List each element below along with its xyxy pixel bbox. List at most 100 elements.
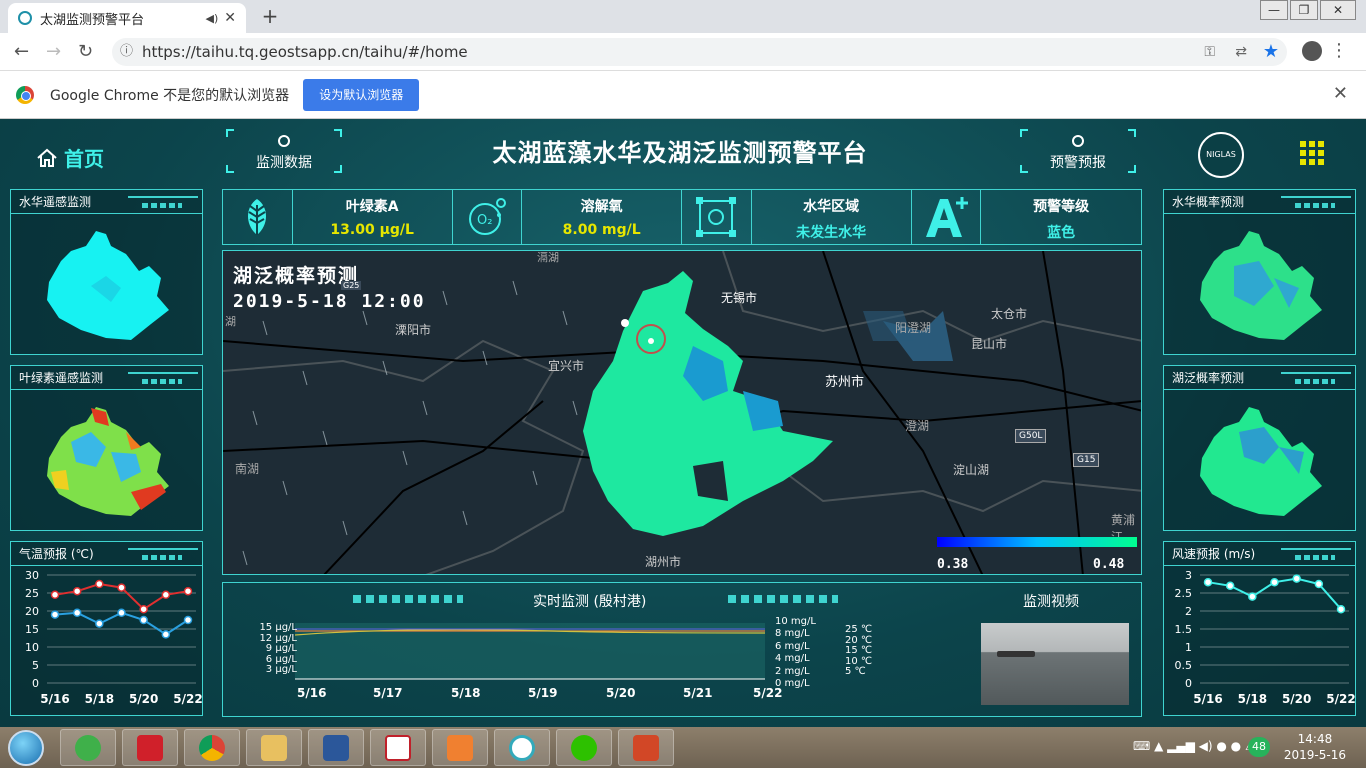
chrome-logo-icon — [16, 85, 34, 104]
panel-title: 叶绿素遥感监测 — [19, 371, 104, 385]
legend-min: 0.38 — [937, 557, 969, 572]
browser-tab-strip: 太湖监测预警平台 ◀) ✕ + — ❐ ✕ — [0, 0, 1366, 33]
panel-title: 气温预报 (℃) — [19, 547, 94, 561]
key-icon[interactable]: ⚿ — [1204, 38, 1215, 66]
temp-point — [117, 608, 126, 618]
wind-ytick: 1.5 — [1175, 623, 1193, 636]
close-tab-icon[interactable]: ✕ — [224, 10, 236, 26]
temp-ytick: 0 — [32, 677, 39, 690]
wind-xtick: 5/18 — [1238, 692, 1267, 706]
panel-bloom-remote-sensing: 水华遥感监测 — [10, 189, 203, 355]
temp-point — [161, 590, 171, 600]
maximize-button[interactable]: ❐ — [1290, 0, 1318, 20]
indicator-label: 溶解氧 — [580, 199, 623, 215]
leaf-icon — [223, 190, 293, 244]
axis-tick: 4 mg/L — [775, 653, 810, 665]
temp-point — [139, 615, 148, 625]
audio-icon[interactable]: ◀) — [206, 12, 219, 25]
system-clock[interactable]: 14:48 2019-5-16 — [1284, 731, 1346, 763]
back-icon[interactable]: ← — [14, 41, 29, 62]
temp-xtick: 5/20 — [129, 692, 158, 706]
axis-tick: 5 ℃ — [845, 666, 866, 677]
bookmark-star-icon[interactable]: ★ — [1263, 38, 1279, 66]
nav-forecast[interactable]: 预警预报 — [1020, 129, 1136, 173]
wind-point — [1248, 592, 1257, 601]
indicator-value: 13.00 μg/L — [330, 222, 414, 238]
bloom-probability-map — [1200, 231, 1322, 340]
title-deco-left — [353, 595, 463, 603]
indicator-value: 蓝色 — [1047, 225, 1076, 241]
temp-xtick: 5/18 — [85, 692, 114, 706]
browser-tab[interactable]: 太湖监测预警平台 ◀) ✕ — [8, 3, 246, 33]
wind-ytick: 0 — [1185, 677, 1192, 690]
chlorophyll-lake-map — [47, 407, 169, 516]
new-tab-button[interactable]: + — [256, 5, 284, 29]
indicator-label: 水华区域 — [803, 199, 860, 215]
indicator-label: 预警等级 — [1033, 199, 1090, 215]
boat-shape — [997, 651, 1035, 657]
taskbar-wechat-icon[interactable] — [556, 729, 612, 766]
niglas-logo: NIGLAS — [1198, 132, 1244, 178]
taskbar-app-icon[interactable] — [432, 729, 488, 766]
panel-wind-forecast: 风速预报 (m/s) 0 0.5 1 1.5 2 2.5 3 5/16 5/18 5/20 5/22 — [1163, 541, 1356, 716]
tray-badge[interactable]: 48 — [1248, 737, 1270, 757]
taskbar-app-icon[interactable] — [494, 729, 550, 766]
nav-monitoring-data[interactable]: 监测数据 — [226, 129, 342, 173]
wind-ytick: 0.5 — [1175, 659, 1193, 672]
taskbar-powerpoint-icon[interactable] — [618, 729, 674, 766]
chrome-menu-icon[interactable]: ⋮ — [1330, 40, 1348, 61]
nav-monitoring-label: 监测数据 — [256, 155, 312, 171]
realtime-title: 实时监测 (殷村港) — [533, 594, 647, 610]
oxygen-icon: O₂ — [453, 190, 523, 244]
taskbar-pdf-icon[interactable] — [370, 729, 426, 766]
default-browser-infobar: Google Chrome 不是您的默认浏览器 设为默认浏览器 ✕ — [0, 71, 1366, 119]
map-place: 阳澄湖 — [895, 321, 932, 335]
date-label: 5/16 — [297, 686, 326, 700]
home-label: 首页 — [64, 147, 104, 171]
site-info-icon[interactable]: ⓘ — [120, 38, 133, 66]
axis-tick: 25 ℃ — [845, 624, 873, 635]
taskbar-explorer-icon[interactable] — [246, 729, 302, 766]
infobar-close-icon[interactable]: ✕ — [1333, 83, 1348, 104]
reload-icon[interactable]: ↻ — [78, 41, 93, 62]
translate-icon[interactable]: ⇄ — [1235, 38, 1247, 66]
date-label: 5/21 — [683, 686, 712, 700]
axis-tick: 8 mg/L — [775, 628, 810, 640]
map-place: 无锡市 — [721, 291, 758, 305]
probability-legend-bar — [937, 537, 1137, 547]
taskbar-chrome-icon[interactable] — [184, 729, 240, 766]
minimize-button[interactable]: — — [1260, 0, 1288, 20]
account-icon[interactable] — [1302, 41, 1322, 61]
forward-icon[interactable]: → — [46, 41, 61, 62]
map-place: 溧阳市 — [395, 323, 432, 337]
wind-xtick: 5/16 — [1193, 692, 1222, 706]
home-link[interactable]: 首页 — [36, 143, 104, 172]
map-place: 淀山湖 — [953, 463, 990, 477]
hypoxia-probability-map-view[interactable]: 湖泛概率预测 2019-5-18 12:00 无锡市 溧阳市 宜兴市 苏州市 阳… — [222, 250, 1142, 575]
axis-tick: 15 μg/L — [259, 622, 297, 633]
panel-bloom-probability: 水华概率预测 — [1163, 189, 1356, 355]
taskbar-app-icon[interactable] — [60, 729, 116, 766]
wind-xtick: 5/20 — [1282, 692, 1311, 706]
panel-title: 水华遥感监测 — [19, 195, 92, 209]
app-grid-icon[interactable] — [1300, 141, 1324, 165]
taskbar-app-icon[interactable] — [122, 729, 178, 766]
road-sign: G15 — [1073, 453, 1100, 467]
taskbar-word-icon[interactable] — [308, 729, 364, 766]
url-input[interactable]: ⓘ https://taihu.tq.geostsapp.cn/taihu/#/… — [112, 38, 1287, 66]
panel-title: 水华概率预测 — [1172, 195, 1245, 209]
title-deco-right — [728, 595, 838, 603]
start-button[interactable] — [8, 730, 44, 766]
set-default-browser-button[interactable]: 设为默认浏览器 — [303, 78, 420, 111]
temp-point — [50, 590, 60, 600]
temp-point — [117, 583, 126, 592]
map-place: 南湖 — [235, 462, 260, 476]
wind-ytick: 2.5 — [1175, 587, 1193, 600]
temp-point — [50, 610, 60, 619]
map-place: 太仓市 — [991, 307, 1028, 321]
monitoring-video[interactable] — [981, 623, 1129, 705]
close-window-button[interactable]: ✕ — [1320, 0, 1356, 20]
panel-temperature-forecast: 气温预报 (℃) 0 5 10 15 20 25 30 5/16 5/18 5/20 5/22 — [10, 541, 203, 716]
temperature-axis: 25 ℃ 20 ℃ 15 ℃ 10 ℃ 5 ℃ — [845, 624, 873, 678]
address-bar-row: ← → ↻ ⓘ https://taihu.tq.geostsapp.cn/ta… — [0, 33, 1366, 71]
